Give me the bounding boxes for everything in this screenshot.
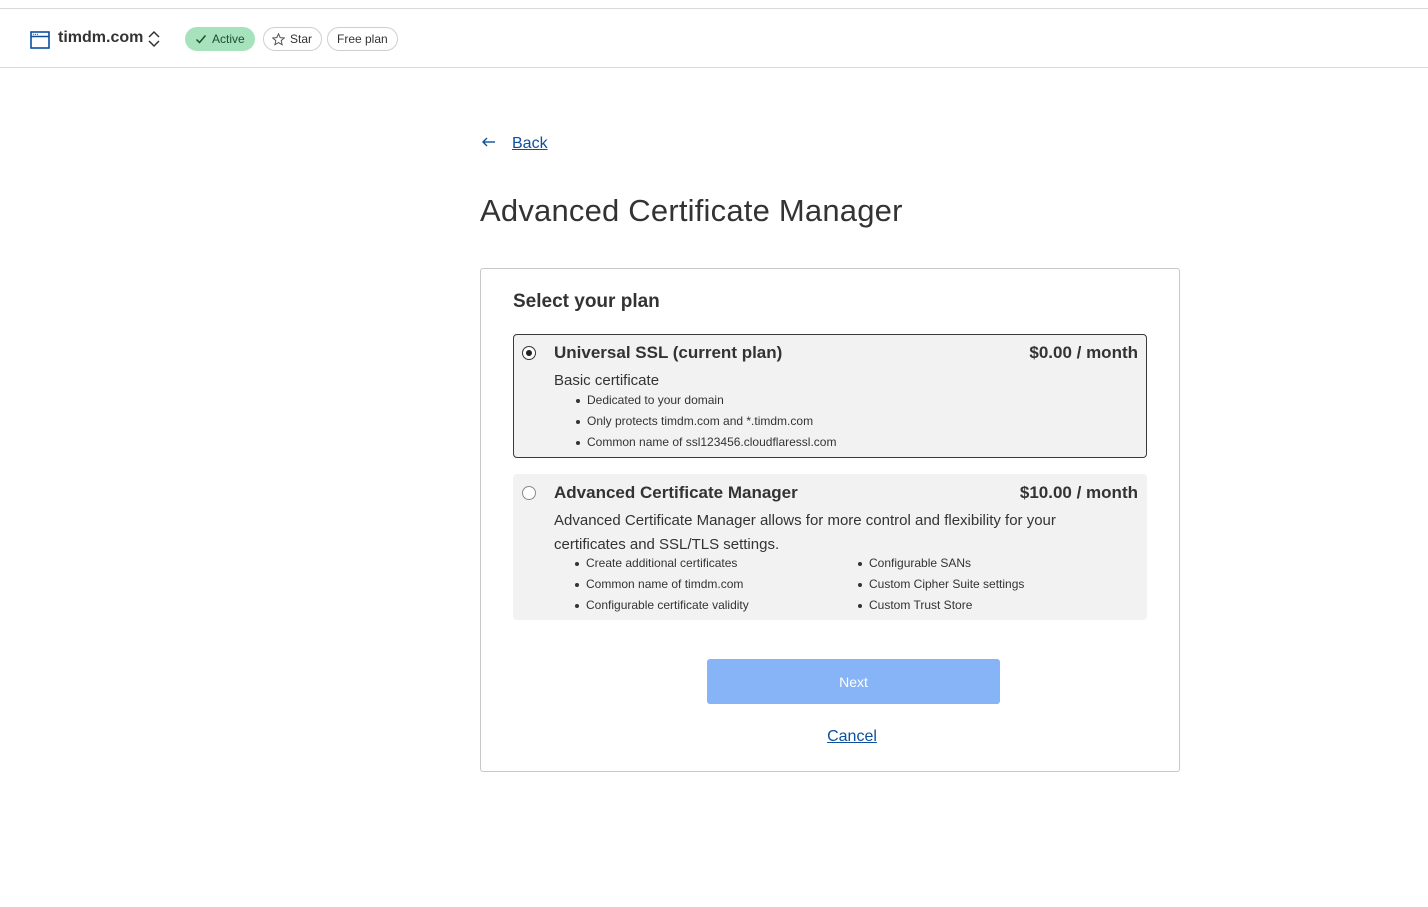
feature-item: Custom Cipher Suite settings	[858, 574, 1024, 595]
feature-item: Configurable SANs	[858, 553, 1024, 574]
plan-price: $10.00 / month	[1019, 483, 1138, 502]
plan-features-column-2: Configurable SANs Custom Cipher Suite se…	[858, 553, 1024, 616]
cancel-link[interactable]: Cancel	[481, 728, 1223, 746]
check-icon	[195, 35, 207, 44]
feature-item: Dedicated to your domain	[576, 390, 836, 411]
back-link[interactable]: Back	[512, 135, 548, 153]
feature-item: Configurable certificate validity	[575, 595, 749, 616]
plan-price: $0.00 / month	[1029, 343, 1138, 362]
plan-name: Universal SSL (current plan)	[554, 343, 783, 362]
zone-name[interactable]: timdm.com	[58, 29, 143, 47]
plan-features-column-1: Create additional certificates Common na…	[575, 553, 749, 616]
plan-selection-card: Select your plan Universal SSL (current …	[480, 268, 1180, 772]
star-button-label: Star	[290, 32, 313, 46]
status-badge: Active	[185, 27, 255, 51]
plan-badge: Free plan	[327, 27, 398, 51]
page-title: Advanced Certificate Manager	[480, 193, 903, 228]
card-title: Select your plan	[513, 291, 660, 312]
star-button[interactable]: Star	[263, 27, 323, 51]
star-icon	[272, 33, 285, 46]
plan-radio-universal-ssl[interactable]	[522, 346, 536, 360]
chevron-up-down-icon[interactable]	[147, 30, 161, 48]
feature-item: Only protects timdm.com and *.timdm.com	[576, 411, 836, 432]
arrow-left-icon[interactable]	[481, 134, 497, 150]
feature-item: Create additional certificates	[575, 553, 749, 574]
plan-description: Advanced Certificate Manager allows for …	[554, 512, 1056, 553]
plan-features: Dedicated to your domain Only protects t…	[576, 390, 836, 453]
feature-item: Common name of ssl123456.cloudflaressl.c…	[576, 432, 836, 453]
status-badge-label: Active	[212, 32, 245, 46]
next-button[interactable]: Next	[707, 659, 1000, 704]
plan-name: Advanced Certificate Manager	[554, 483, 798, 502]
feature-item: Custom Trust Store	[858, 595, 1024, 616]
zone-header: timdm.com Active Star Free plan	[0, 9, 1428, 68]
feature-item: Common name of timdm.com	[575, 574, 749, 595]
plan-radio-advanced-certificate-manager[interactable]	[522, 486, 536, 500]
plan-option-universal-ssl[interactable]: Universal SSL (current plan) $0.00 / mon…	[513, 334, 1147, 458]
plan-option-advanced-certificate-manager[interactable]: Advanced Certificate Manager $10.00 / mo…	[513, 474, 1147, 620]
browser-window-icon	[30, 31, 50, 49]
